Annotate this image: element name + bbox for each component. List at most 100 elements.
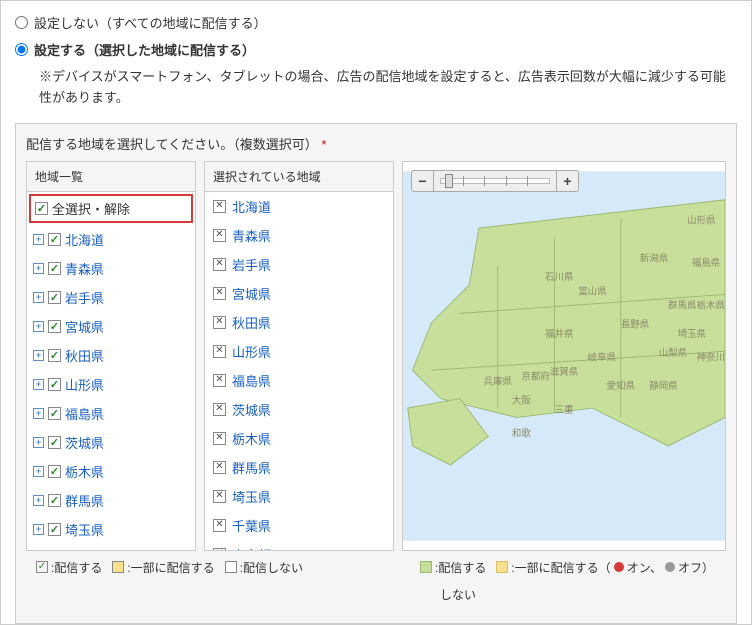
region-name[interactable]: 北海道: [65, 230, 104, 249]
region-checkbox[interactable]: [48, 320, 61, 333]
region-checkbox[interactable]: [48, 494, 61, 507]
region-name[interactable]: 茨城県: [65, 433, 104, 452]
expand-icon[interactable]: +: [33, 437, 44, 448]
region-row[interactable]: + 栃木県: [27, 457, 195, 486]
zoom-slider-handle[interactable]: [445, 174, 453, 188]
remove-icon[interactable]: [213, 403, 226, 416]
region-name[interactable]: 山形県: [65, 375, 104, 394]
selected-region-name[interactable]: 千葉県: [232, 516, 271, 535]
region-name[interactable]: 青森県: [65, 259, 104, 278]
region-checkbox[interactable]: [48, 378, 61, 391]
selected-region-name[interactable]: 山形県: [232, 342, 271, 361]
region-row[interactable]: + 山形県: [27, 370, 195, 399]
expand-icon[interactable]: +: [33, 350, 44, 361]
region-checkbox[interactable]: [48, 407, 61, 420]
region-row[interactable]: + 福島県: [27, 399, 195, 428]
selected-region-column: 選択されている地域 北海道青森県岩手県宮城県秋田県山形県福島県茨城県栃木県群馬県…: [204, 161, 394, 551]
zoom-out-button[interactable]: −: [412, 170, 434, 192]
remove-icon[interactable]: [213, 461, 226, 474]
map-label-tochigi: 栃木県: [697, 299, 725, 311]
region-checkbox[interactable]: [48, 349, 61, 362]
expand-icon[interactable]: +: [33, 466, 44, 477]
selected-row: 山形県: [205, 337, 393, 366]
region-row[interactable]: + 茨城県: [27, 428, 195, 457]
region-row[interactable]: +千葉県: [27, 544, 195, 550]
expand-icon[interactable]: +: [33, 263, 44, 274]
region-row[interactable]: + 宮城県: [27, 312, 195, 341]
remove-icon[interactable]: [213, 200, 226, 213]
region-checkbox[interactable]: [48, 233, 61, 246]
region-name[interactable]: 埼玉県: [65, 520, 104, 539]
expand-icon[interactable]: +: [33, 234, 44, 245]
select-all-checkbox[interactable]: [35, 202, 48, 215]
remove-icon[interactable]: [213, 490, 226, 503]
remove-icon[interactable]: [213, 287, 226, 300]
expand-icon[interactable]: +: [33, 292, 44, 303]
selected-region-name[interactable]: 福島県: [232, 371, 271, 390]
region-row[interactable]: + 群馬県: [27, 486, 195, 515]
selected-region-name[interactable]: 青森県: [232, 226, 271, 245]
region-checkbox[interactable]: [48, 523, 61, 536]
region-row[interactable]: + 岩手県: [27, 283, 195, 312]
region-name[interactable]: 群馬県: [65, 491, 104, 510]
pin-off-icon: [665, 562, 675, 572]
selected-region-name[interactable]: 埼玉県: [232, 487, 271, 506]
zoom-control: − +: [411, 170, 579, 192]
legend-right: :配信する :一部に配信する（ オン、 オフ） しない: [420, 559, 716, 603]
remove-icon[interactable]: [213, 374, 226, 387]
selected-region-name[interactable]: 宮城県: [232, 284, 271, 303]
selected-region-header: 選択されている地域: [205, 162, 393, 192]
selected-row: 茨城県: [205, 395, 393, 424]
region-row[interactable]: + 北海道: [27, 225, 195, 254]
expand-icon[interactable]: +: [33, 408, 44, 419]
selected-region-name[interactable]: 群馬県: [232, 458, 271, 477]
region-row[interactable]: + 秋田県: [27, 341, 195, 370]
region-checkbox[interactable]: [48, 262, 61, 275]
radio-no-setting-label: 設定しない（すべての地域に配信する）: [34, 13, 267, 32]
note-text: ※デバイスがスマートフォン、タブレットの場合、広告の配信地域を設定すると、広告表…: [39, 67, 737, 109]
region-row[interactable]: + 青森県: [27, 254, 195, 283]
region-name[interactable]: 千葉県: [65, 549, 104, 550]
radio-no-setting[interactable]: [15, 16, 28, 29]
remove-icon[interactable]: [213, 229, 226, 242]
selected-region-name[interactable]: 秋田県: [232, 313, 271, 332]
region-checkbox[interactable]: [48, 465, 61, 478]
selected-region-name[interactable]: 北海道: [232, 197, 271, 216]
selected-region-scroll[interactable]: 北海道青森県岩手県宮城県秋田県山形県福島県茨城県栃木県群馬県埼玉県千葉県東京都神…: [205, 192, 393, 550]
remove-icon[interactable]: [213, 432, 226, 445]
expand-icon[interactable]: +: [33, 321, 44, 332]
expand-icon[interactable]: +: [33, 495, 44, 506]
japan-map[interactable]: 山形県 新潟県 福島県 富山県 長野県 群馬県 栃木県 石川県 福井県 岐阜県 …: [403, 162, 725, 550]
remove-icon[interactable]: [213, 316, 226, 329]
selected-region-name[interactable]: 茨城県: [232, 400, 271, 419]
zoom-in-button[interactable]: +: [556, 170, 578, 192]
expand-icon[interactable]: +: [33, 524, 44, 535]
region-list-scroll[interactable]: 全選択・解除 +北海道+青森県+岩手県+宮城県+秋田県+山形県+福島県+茨城県+…: [27, 192, 195, 550]
zoom-slider-track[interactable]: [440, 178, 550, 184]
region-name[interactable]: 栃木県: [65, 462, 104, 481]
region-name[interactable]: 岩手県: [65, 288, 104, 307]
selected-row: 岩手県: [205, 250, 393, 279]
selected-row: 栃木県: [205, 424, 393, 453]
remove-icon[interactable]: [213, 258, 226, 271]
legend-left: :配信する :一部に配信する :配信しない: [36, 559, 406, 576]
map-label-wakayama: 和歌: [512, 427, 531, 439]
radio-setting[interactable]: [15, 43, 28, 56]
remove-icon[interactable]: [213, 519, 226, 532]
selected-region-name[interactable]: 岩手県: [232, 255, 271, 274]
region-name[interactable]: 宮城県: [65, 317, 104, 336]
map-label-nagano: 長野県: [621, 319, 650, 330]
region-checkbox[interactable]: [48, 436, 61, 449]
region-row[interactable]: + 埼玉県: [27, 515, 195, 544]
region-name[interactable]: 秋田県: [65, 346, 104, 365]
selected-region-name[interactable]: 栃木県: [232, 429, 271, 448]
remove-icon[interactable]: [213, 345, 226, 358]
region-checkbox[interactable]: [48, 291, 61, 304]
remove-icon[interactable]: [213, 548, 226, 550]
select-all-row[interactable]: 全選択・解除: [29, 194, 193, 223]
region-name[interactable]: 福島県: [65, 404, 104, 423]
map-label-toyama: 富山県: [578, 285, 607, 297]
pin-on-icon: [614, 562, 624, 572]
expand-icon[interactable]: +: [33, 379, 44, 390]
selected-region-name[interactable]: 東京都: [232, 545, 271, 550]
